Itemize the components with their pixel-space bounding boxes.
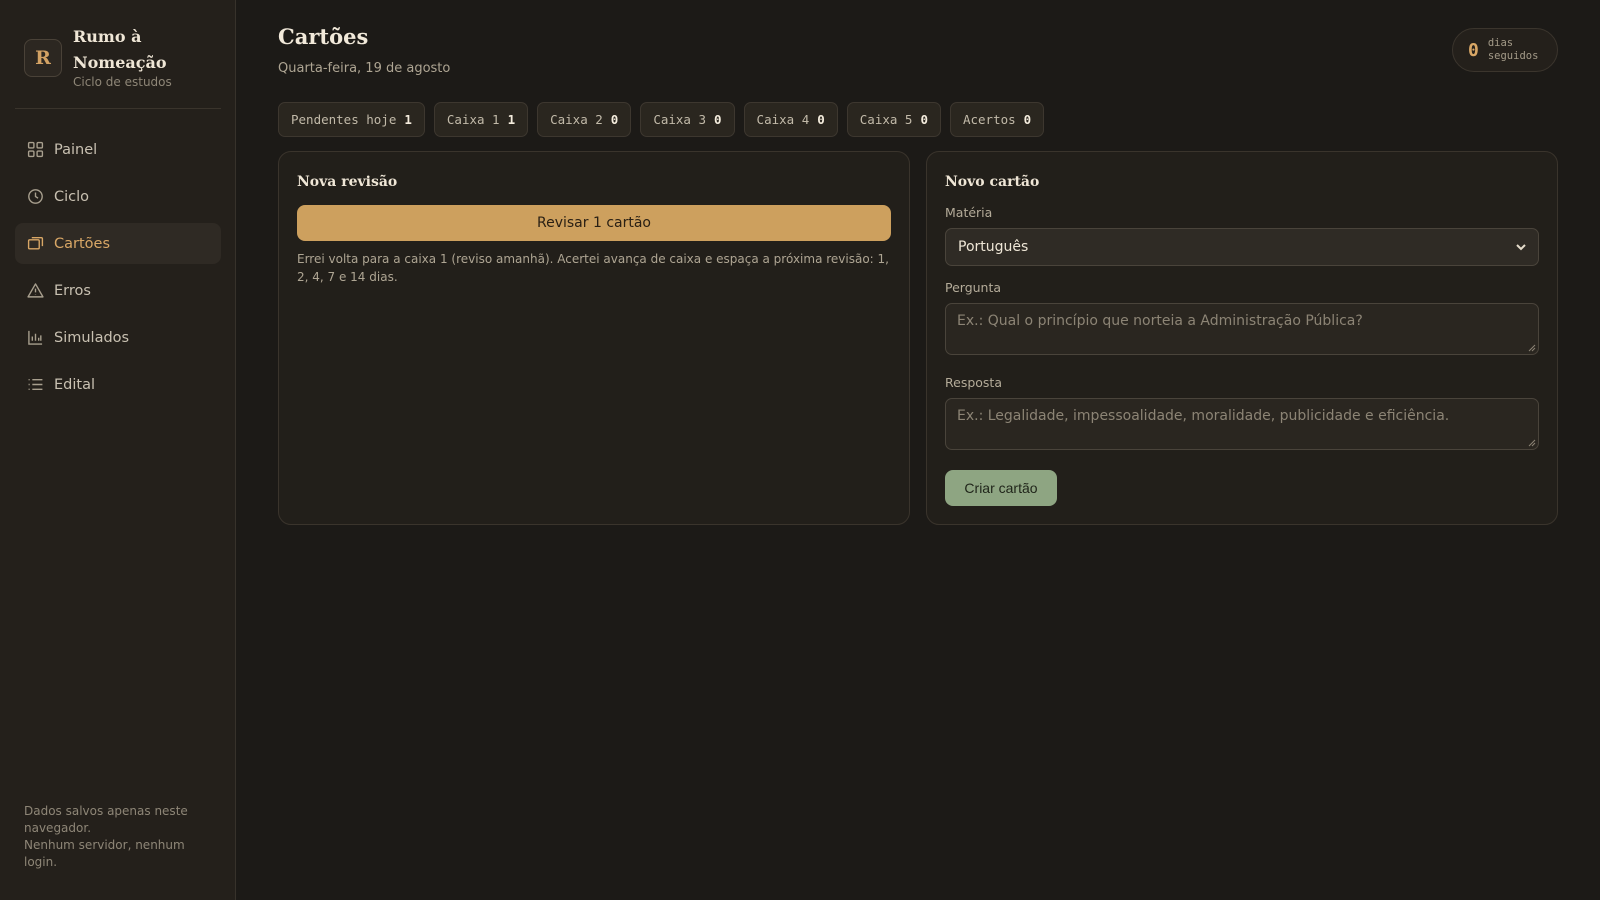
answer-input[interactable]: Ex.: Legalidade, impessoalidade, moralid…: [945, 398, 1539, 450]
stat-value: 0: [817, 112, 825, 127]
page-date: Quarta-feira, 19 de agosto: [278, 61, 451, 76]
sidebar-item-cartoes[interactable]: Cartões: [15, 223, 221, 264]
stat-chip-acertos: Acertos 0: [949, 102, 1045, 137]
answer-label: Resposta: [945, 375, 1002, 390]
brand-subtitle: Ciclo de estudos: [73, 75, 172, 89]
create-card-button[interactable]: Criar cartão: [945, 470, 1057, 506]
sidebar-item-label: Simulados: [54, 329, 130, 346]
streak-label-line: seguidos: [1487, 50, 1539, 62]
grid-icon: [25, 140, 45, 160]
sidebar-item-erros[interactable]: Erros: [15, 270, 221, 311]
stat-value: 0: [920, 112, 928, 127]
stat-chip-caixa-2: Caixa 2 0: [537, 102, 632, 137]
stat-value: 0: [1023, 112, 1032, 127]
streak-label: dias seguidos: [1488, 37, 1539, 63]
page-title: Cartões: [278, 24, 369, 49]
streak-value: 0: [1468, 39, 1479, 61]
stat-chip-caixa-4: Caixa 4 0: [743, 102, 838, 137]
sidebar-item-label: Cartões: [54, 235, 111, 252]
question-label: Pergunta: [945, 280, 1002, 295]
sidebar-item-ciclo[interactable]: Ciclo: [15, 176, 221, 217]
resize-grip-icon[interactable]: [1528, 344, 1536, 352]
stat-label: Caixa 3: [653, 112, 707, 127]
list-icon: [25, 375, 45, 395]
stats-row: Pendentes hoje 1 Caixa 1 1 Caixa 2 0 Caixa …: [278, 102, 1045, 137]
stat-label: Caixa 5: [859, 112, 913, 127]
warning-icon: [25, 281, 45, 301]
sidebar-nav: Painel Ciclo Cartões Erros Simulados Edi…: [15, 129, 221, 411]
clock-icon: [25, 187, 45, 207]
stat-value: 1: [404, 112, 412, 127]
stat-label: Pendentes hoje: [291, 112, 397, 127]
stat-label: Caixa 2: [550, 112, 603, 127]
question-placeholder: Ex.: Qual o princípio que norteia a Admi…: [957, 313, 1363, 329]
sidebar-item-painel[interactable]: Painel: [15, 129, 221, 170]
streak-label-line: dias: [1487, 37, 1514, 49]
sidebar: R Rumo à Nomeação Ciclo de estudos Paine…: [0, 0, 236, 900]
footer-line: Nenhum servidor, nenhum login.: [24, 838, 185, 869]
review-card-title: Nova revisão: [297, 174, 398, 190]
stat-value: 0: [610, 112, 619, 127]
stat-label: Acertos: [962, 112, 1016, 127]
stat-value: 1: [507, 112, 516, 127]
new-card-title: Novo cartão: [945, 174, 1040, 190]
resize-grip-icon[interactable]: [1528, 439, 1536, 447]
subject-select[interactable]: Português: [945, 228, 1539, 266]
review-note: Errei volta para a caixa 1 (reviso amanh…: [297, 252, 889, 284]
stat-label: Caixa 1: [446, 112, 500, 127]
footer-line: Dados salvos apenas neste navegador.: [24, 804, 188, 835]
review-card: Nova revisão Revisar 1 cartão Errei volt…: [278, 151, 910, 525]
sidebar-item-simulados[interactable]: Simulados: [15, 317, 221, 358]
cards-icon: [25, 234, 45, 254]
chevron-down-icon: [1516, 244, 1526, 251]
subject-select-value: Português: [958, 239, 1029, 255]
bar-chart-icon: [25, 328, 45, 348]
brand-name: Rumo à Nomeação: [73, 27, 167, 72]
stat-chip-caixa-1: Caixa 1 1: [433, 102, 529, 137]
review-button[interactable]: Revisar 1 cartão: [297, 205, 891, 241]
answer-placeholder: Ex.: Legalidade, impessoalidade, moralid…: [957, 408, 1450, 424]
stat-label: Caixa 4: [756, 112, 810, 127]
sidebar-footer: Dados salvos apenas neste navegador. Nen…: [24, 803, 204, 871]
stat-chip-caixa-5: Caixa 5 0: [846, 102, 941, 137]
subject-label: Matéria: [945, 205, 993, 220]
sidebar-item-label: Painel: [54, 141, 98, 158]
stat-chip-pendentes: Pendentes hoje 1: [278, 102, 425, 137]
question-input[interactable]: Ex.: Qual o princípio que norteia a Admi…: [945, 303, 1539, 355]
stat-value: 0: [714, 112, 722, 127]
stat-chip-caixa-3: Caixa 3 0: [640, 102, 735, 137]
sidebar-item-label: Erros: [54, 282, 91, 299]
streak-badge: 0 dias seguidos: [1452, 28, 1558, 72]
brand-logo: R: [24, 39, 62, 77]
sidebar-divider: [15, 108, 221, 109]
new-card-form: Novo cartão Matéria Português Pergunta E…: [926, 151, 1558, 525]
sidebar-item-label: Edital: [54, 376, 95, 393]
sidebar-item-label: Ciclo: [54, 188, 90, 205]
sidebar-item-edital[interactable]: Edital: [15, 364, 221, 405]
